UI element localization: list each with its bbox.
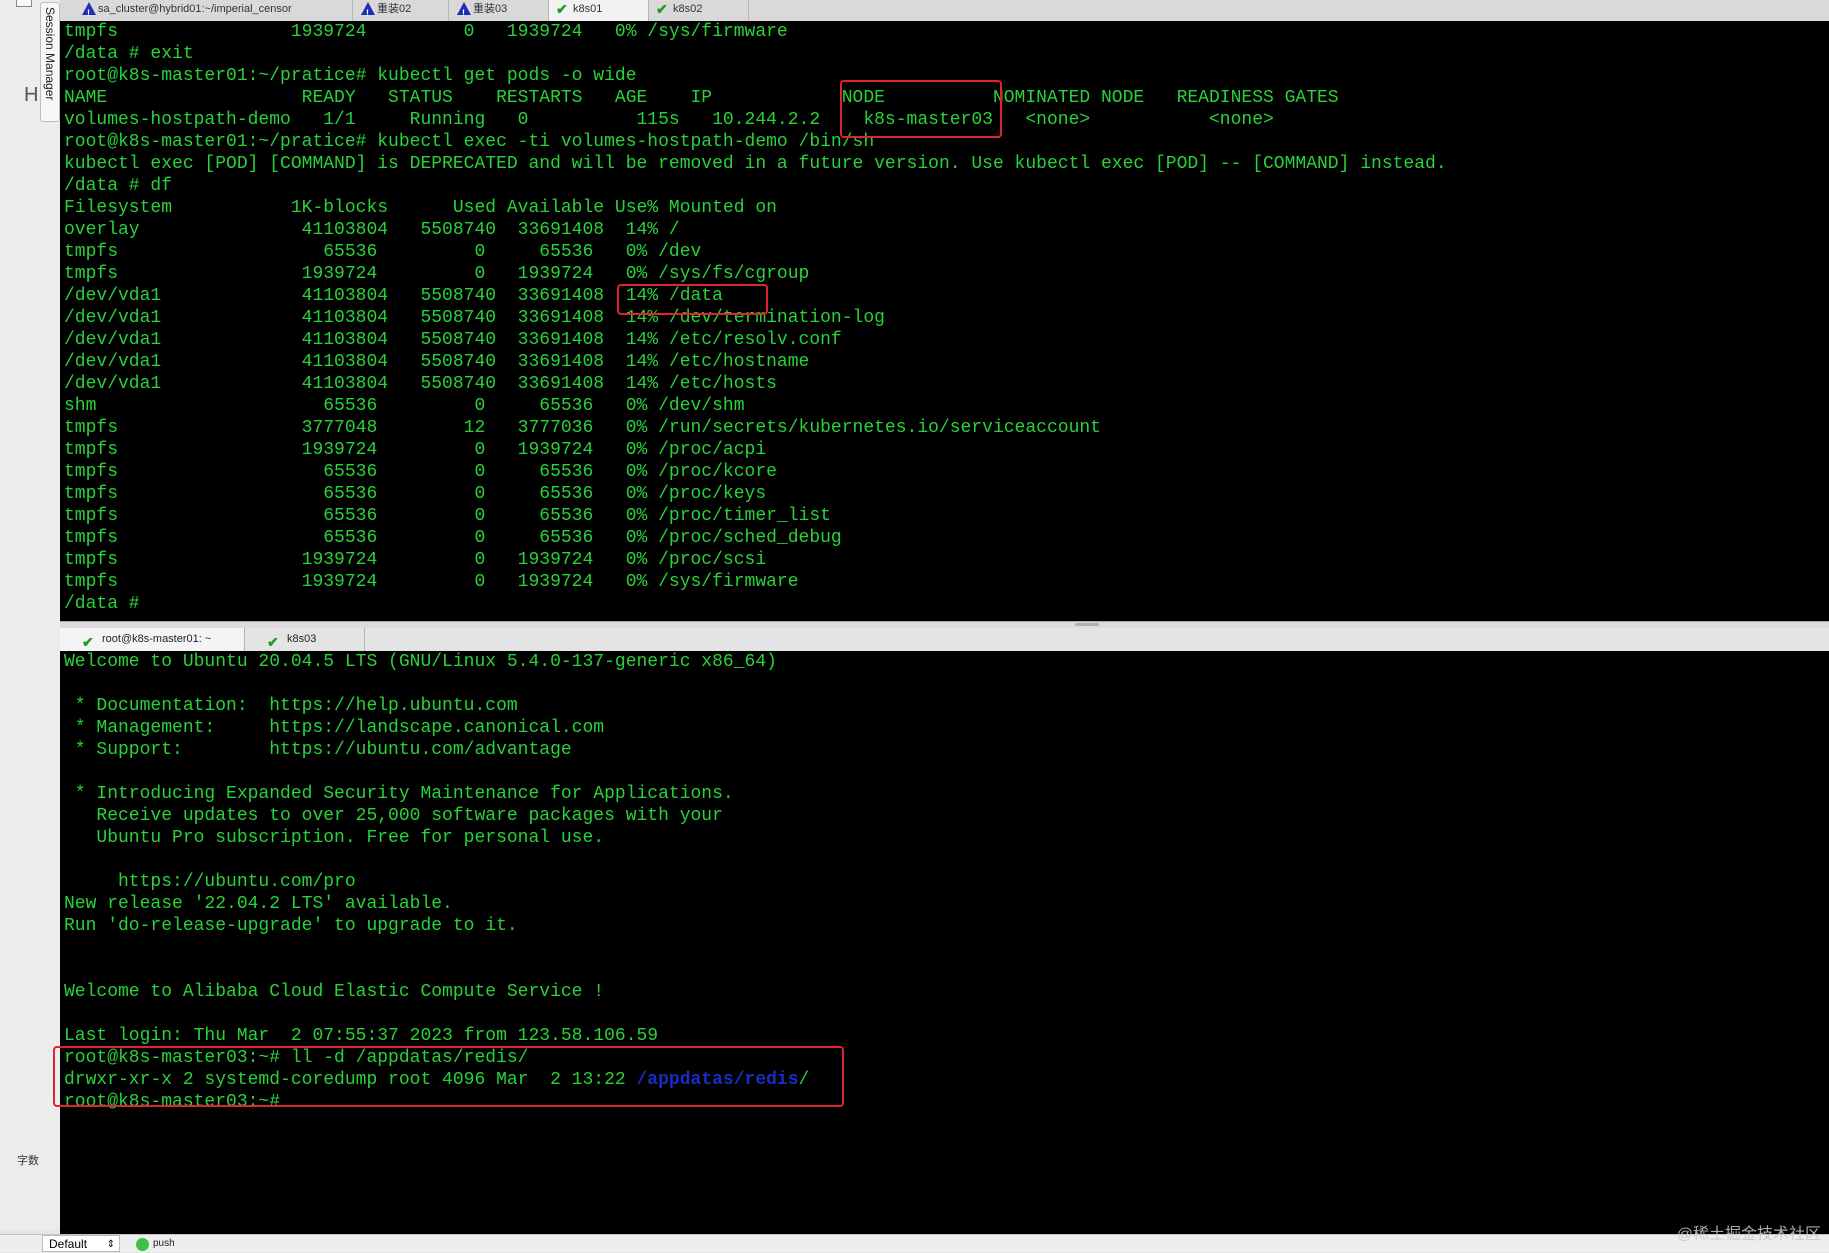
chevron-updown-icon: ⇕: [106, 1239, 115, 1250]
bottom-session-tabs: ✔ root@k8s-master01: ~ ✔ k8s03: [60, 628, 1829, 652]
terminal-line: shm 65536 0 65536 0% /dev/shm: [64, 396, 745, 416]
tab-label: k8s03: [287, 633, 317, 645]
highlight-node-box: [840, 80, 1002, 138]
terminal-line: tmpfs 65536 0 65536 0% /proc/timer_list: [64, 506, 831, 526]
tab-label: 重装03: [473, 3, 508, 15]
sidebar-toggle-button[interactable]: [16, 0, 32, 7]
terminal-line: tmpfs 65536 0 65536 0% /dev: [64, 242, 702, 262]
terminal-line: /data # df: [64, 176, 173, 196]
check-icon: ✔: [656, 1, 668, 17]
warning-icon: [361, 2, 375, 21]
tab-k8s03[interactable]: ✔ k8s03: [245, 628, 365, 651]
tab-k8s02[interactable]: ✔ k8s02: [649, 0, 749, 21]
terminal-line: /data #: [64, 594, 151, 614]
top-session-tabs: sa_cluster@hybrid01:~/imperial_censor 重装…: [60, 0, 1829, 22]
terminal-line: tmpfs 1939724 0 1939724 0% /sys/firmware: [64, 22, 788, 42]
watermark: @稀土掘金技术社区: [1676, 1226, 1821, 1243]
profile-select-value: Default: [49, 1237, 88, 1251]
session-manager-tab[interactable]: Session Manager: [40, 2, 60, 122]
terminal-line: tmpfs 65536 0 65536 0% /proc/sched_debug: [64, 528, 842, 548]
terminal-line: * Documentation: https://help.ubuntu.com: [64, 696, 518, 716]
terminal-line: tmpfs 1939724 0 1939724 0% /sys/firmware: [64, 572, 799, 592]
terminal-line: Ubuntu Pro subscription. Free for person…: [64, 828, 605, 848]
terminal-line: overlay 41103804 5508740 33691408 14% /: [64, 220, 680, 240]
tab-k8s-master01[interactable]: ✔ root@k8s-master01: ~: [60, 628, 245, 651]
terminal-line: Receive updates to over 25,000 software …: [64, 806, 723, 826]
push-label: push: [153, 1238, 175, 1249]
tab-chongzhuang03[interactable]: 重装03: [449, 0, 549, 21]
tab-label: 重装02: [377, 3, 412, 15]
profile-select[interactable]: Default ⇕: [42, 1235, 120, 1252]
terminal-line: root@k8s-master01:~/pratice# kubectl get…: [64, 66, 637, 86]
terminal-line: /dev/vda1 41103804 5508740 33691408 14% …: [64, 374, 777, 394]
terminal-line: NAME READY STATUS RESTARTS AGE IP NODE N…: [64, 88, 1339, 108]
terminal-line: /dev/vda1 41103804 5508740 33691408 14% …: [64, 352, 810, 372]
terminal-line: Last login: Thu Mar 2 07:55:37 2023 from…: [64, 1026, 659, 1046]
terminal-line: kubectl exec [POD] [COMMAND] is DEPRECAT…: [64, 154, 1447, 174]
left-sidebar: H Session Manager 字数: [0, 0, 61, 1230]
warning-icon: [82, 2, 96, 21]
terminal-line: volumes-hostpath-demo 1/1 Running 0 115s…: [64, 110, 1274, 130]
check-icon: ✔: [556, 1, 568, 17]
terminal-line: Run 'do-release-upgrade' to upgrade to i…: [64, 916, 518, 936]
splitter-grip[interactable]: [1075, 623, 1099, 626]
terminal-line: https://ubuntu.com/pro: [64, 872, 356, 892]
terminal-line: tmpfs 65536 0 65536 0% /proc/keys: [64, 484, 767, 504]
status-bar: Default ⇕ push: [0, 1234, 1829, 1252]
warning-icon: [457, 2, 471, 21]
highlight-ls-output-box: [53, 1046, 844, 1107]
tab-label: k8s02: [673, 3, 703, 15]
terminal-line: * Management: https://landscape.canonica…: [64, 718, 605, 738]
terminal-pane-bottom[interactable]: Welcome to Ubuntu 20.04.5 LTS (GNU/Linux…: [60, 651, 1829, 1234]
push-indicator[interactable]: push: [136, 1236, 175, 1251]
terminal-line: tmpfs 65536 0 65536 0% /proc/kcore: [64, 462, 777, 482]
terminal-line: * Introducing Expanded Security Maintena…: [64, 784, 734, 804]
terminal-line: * Support: https://ubuntu.com/advantage: [64, 740, 572, 760]
terminal-line: tmpfs 1939724 0 1939724 0% /proc/scsi: [64, 550, 767, 570]
terminal-line: root@k8s-master01:~/pratice# kubectl exe…: [64, 132, 875, 152]
terminal-line: Welcome to Alibaba Cloud Elastic Compute…: [64, 982, 605, 1002]
tab-label: k8s01: [573, 3, 603, 15]
sidebar-bottom-label: 字数: [17, 1155, 39, 1167]
session-manager-label: Session Manager: [43, 7, 57, 101]
tab-label: root@k8s-master01: ~: [102, 633, 212, 645]
status-dot-icon: [136, 1238, 149, 1251]
terminal-line: Filesystem 1K-blocks Used Available Use%…: [64, 198, 777, 218]
sidebar-h-label: H: [24, 84, 39, 106]
terminal-line: tmpfs 1939724 0 1939724 0% /sys/fs/cgrou…: [64, 264, 810, 284]
tab-k8s01[interactable]: ✔ k8s01: [549, 0, 649, 21]
terminal-line: /dev/vda1 41103804 5508740 33691408 14% …: [64, 330, 842, 350]
highlight-data-mount-box: [617, 284, 768, 315]
terminal-line: tmpfs 3777048 12 3777036 0% /run/secrets…: [64, 418, 1101, 438]
terminal-line: New release '22.04.2 LTS' available.: [64, 894, 453, 914]
tab-sa-cluster[interactable]: sa_cluster@hybrid01:~/imperial_censor: [74, 0, 353, 21]
terminal-line: tmpfs 1939724 0 1939724 0% /proc/acpi: [64, 440, 767, 460]
terminal-line: /data # exit: [64, 44, 194, 64]
terminal-line: Welcome to Ubuntu 20.04.5 LTS (GNU/Linux…: [64, 652, 777, 672]
tab-chongzhuang02[interactable]: 重装02: [353, 0, 449, 21]
tab-label: sa_cluster@hybrid01:~/imperial_censor: [98, 3, 292, 15]
